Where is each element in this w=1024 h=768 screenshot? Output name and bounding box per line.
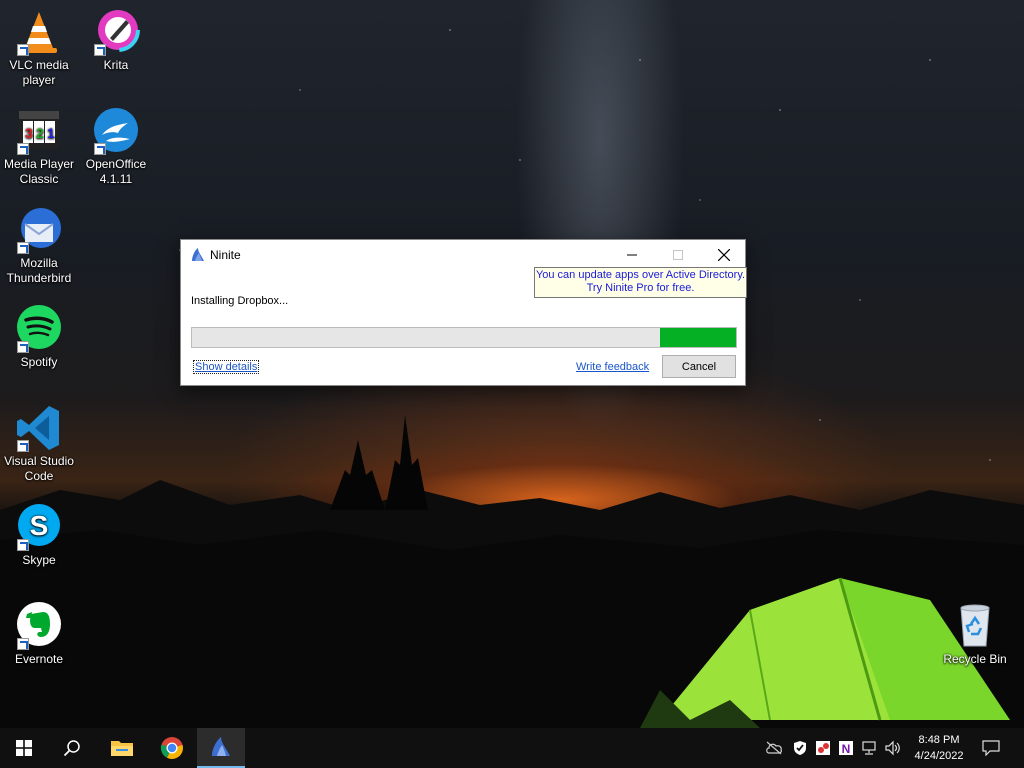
desktop-icon-label: OpenOffice 4.1.11: [85, 157, 147, 186]
desktop-icon-label: Media Player Classic: [3, 157, 75, 186]
ninite-icon: [192, 248, 204, 261]
svg-text:N: N: [842, 742, 851, 756]
clock-date: 4/24/2022: [914, 750, 964, 762]
desktop-icon-recycle-bin[interactable]: Recycle Bin: [937, 602, 1013, 667]
search-icon: [63, 740, 80, 757]
svg-text:1: 1: [47, 125, 55, 141]
desktop-icon-vscode[interactable]: Visual Studio Code: [1, 404, 77, 484]
tray-cloud-offline-icon[interactable]: [765, 739, 783, 757]
install-progress-bar: [191, 327, 737, 348]
tray-volume-icon[interactable]: [884, 739, 902, 757]
maximize-button: [655, 240, 701, 270]
desktop-icon-label: Skype: [22, 553, 56, 567]
minimize-button[interactable]: [609, 240, 655, 270]
install-status: Installing Dropbox...: [191, 295, 289, 307]
desktop-icon-label: Recycle Bin: [943, 652, 1007, 666]
tray-security-shield-icon[interactable]: [791, 739, 809, 757]
svg-text:3: 3: [25, 125, 33, 141]
close-button[interactable]: [701, 240, 747, 270]
vscode-icon: [15, 404, 63, 452]
maximize-icon: [673, 250, 683, 260]
ninite-taskbar-button[interactable]: [197, 728, 245, 768]
desktop-icon-vlc[interactable]: VLC media player: [1, 8, 77, 88]
evernote-icon: [15, 602, 63, 650]
ninite-dialog: Ninite You can update apps over Active D…: [180, 239, 747, 386]
dialog-title: Ninite: [210, 248, 241, 262]
close-icon: [718, 249, 730, 261]
cancel-button[interactable]: Cancel: [662, 355, 736, 378]
minimize-icon: [627, 254, 637, 256]
taskbar-clock[interactable]: 8:48 PM 4/24/2022: [910, 732, 968, 764]
desktop-icon-krita[interactable]: Krita: [78, 8, 154, 73]
desktop-icon-label: Evernote: [14, 652, 64, 666]
start-icon: [16, 740, 32, 756]
spotify-icon: [15, 305, 63, 353]
desktop-icon-mpc[interactable]: 3 2 1 Media Player Classic: [1, 107, 77, 187]
show-details-link[interactable]: Show details: [192, 360, 260, 374]
notification-icon: [982, 740, 1000, 756]
desktop-icon-thunderbird[interactable]: Mozilla Thunderbird: [1, 206, 77, 286]
svg-text:2: 2: [36, 125, 44, 141]
krita-icon: [92, 8, 140, 56]
recycle-bin-icon: [951, 602, 999, 650]
start-button[interactable]: [0, 728, 48, 768]
dialog-titlebar[interactable]: Ninite: [181, 240, 745, 270]
promo-line-2: Try Ninite Pro for free.: [586, 282, 695, 294]
file-explorer-icon: [111, 741, 133, 756]
tray-network-icon[interactable]: [860, 739, 878, 757]
desktop-icon-evernote[interactable]: Evernote: [1, 602, 77, 667]
progress-fill: [660, 328, 736, 347]
desktop-icon-spotify[interactable]: Spotify: [1, 305, 77, 370]
write-feedback-link[interactable]: Write feedback: [576, 361, 649, 373]
ninite-icon: [212, 737, 230, 756]
thunderbird-icon: [15, 206, 63, 254]
openoffice-icon: [92, 107, 140, 155]
tray-app-icon[interactable]: [814, 739, 832, 757]
search-button[interactable]: [48, 728, 96, 768]
desktop-icon-skype[interactable]: S Skype: [1, 503, 77, 568]
mpc-icon: 3 2 1: [15, 107, 63, 155]
tray-onenote-icon[interactable]: N: [837, 739, 855, 757]
chrome-icon: [160, 737, 183, 759]
desktop-icon-label: Spotify: [20, 355, 58, 369]
desktop-icon-label: Visual Studio Code: [4, 454, 74, 483]
desktop-icon-openoffice[interactable]: OpenOffice 4.1.11: [78, 107, 154, 187]
vlc-icon: [15, 8, 63, 56]
clock-time: 8:48 PM: [918, 734, 960, 746]
ninite-pro-promo[interactable]: You can update apps over Active Director…: [534, 267, 747, 298]
notifications-button[interactable]: [982, 739, 1000, 757]
file-explorer-button[interactable]: [98, 728, 146, 768]
taskbar: N 8:48 PM 4/24/2022: [0, 728, 1024, 768]
skype-icon: S: [15, 503, 63, 551]
desktop-icon-label: VLC media player: [9, 58, 69, 87]
desktop-icon-label: Krita: [103, 58, 129, 72]
promo-line-1: You can update apps over Active Director…: [535, 269, 746, 281]
svg-text:S: S: [30, 510, 49, 541]
desktop-icon-label: Mozilla Thunderbird: [6, 256, 72, 285]
chrome-button[interactable]: [148, 728, 196, 768]
